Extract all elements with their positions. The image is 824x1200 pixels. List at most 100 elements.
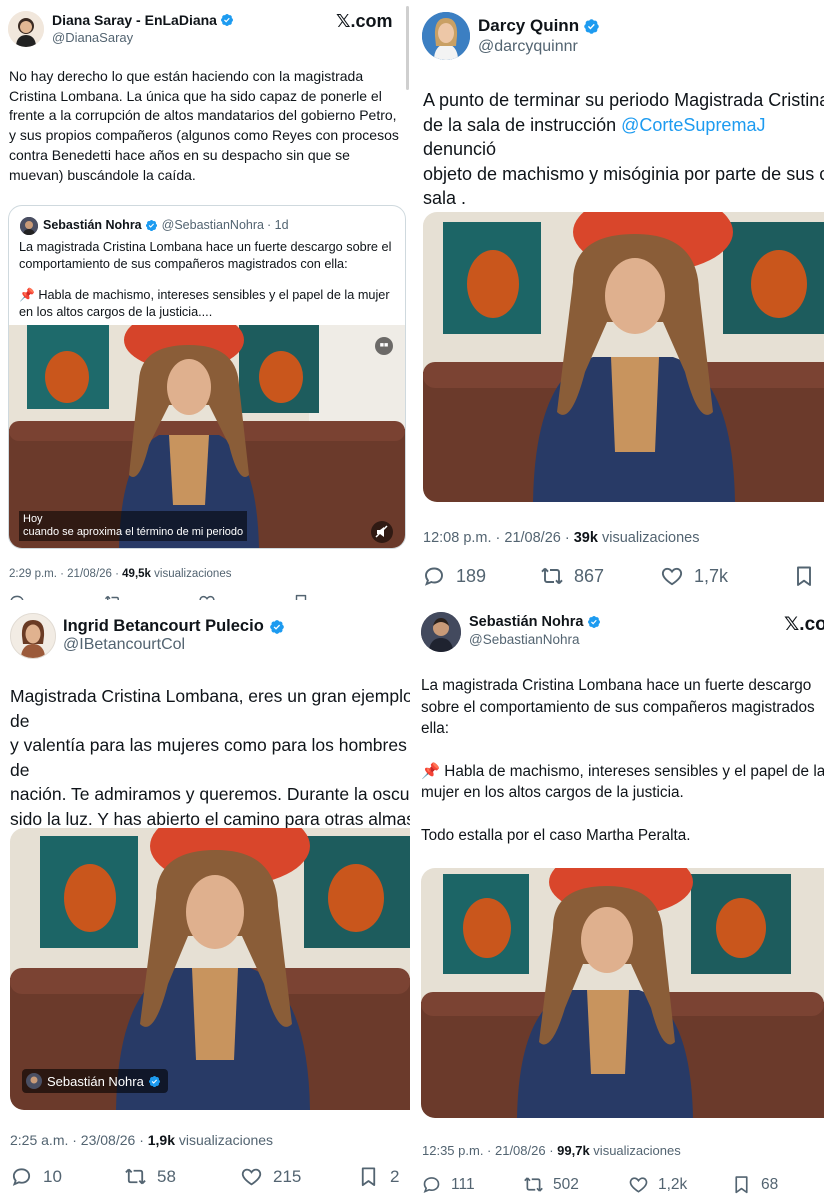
author-name[interactable]: Diana Saray - EnLaDiana	[52, 12, 217, 28]
tweet-line: La magistrada Cristina Lombana hace un f…	[421, 677, 812, 694]
tweet-meta: 2:25 a.m. · 23/08/26 · 1,9k visualizacio…	[10, 1132, 273, 1148]
views-label: visualizaciones	[175, 1132, 274, 1148]
avatar-portrait-icon	[8, 11, 44, 47]
bookmark-button[interactable]: 2	[357, 1165, 399, 1188]
like-button[interactable]: 1,7k	[660, 564, 792, 588]
views-count: 1,9k	[147, 1132, 175, 1148]
timestamp[interactable]: 12:08 p.m. · 21/08/26 ·	[423, 530, 574, 546]
author-name[interactable]: Darcy Quinn	[478, 16, 579, 36]
verified-badge-icon	[583, 18, 600, 35]
reply-count: 189	[456, 565, 487, 586]
timestamp[interactable]: 2:25 a.m. · 23/08/26 ·	[10, 1132, 148, 1148]
quote-avatar	[20, 217, 38, 235]
repost-count: 867	[574, 565, 605, 586]
avatar-portrait-icon	[11, 614, 55, 658]
views-count: 99,7k	[557, 1143, 590, 1158]
tweet-video[interactable]	[423, 212, 824, 502]
verified-badge-icon	[145, 219, 158, 232]
verified-badge-icon	[269, 619, 285, 635]
tweet-line: Habla de machismo, intereses sensibles y…	[444, 762, 824, 780]
verified-badge-icon	[587, 615, 601, 629]
author-handle[interactable]: @SebastianNohra	[469, 632, 580, 647]
reply-button[interactable]: 189	[422, 564, 540, 588]
like-button[interactable]: 1,2k	[628, 1174, 731, 1195]
repost-count: 58	[157, 1166, 176, 1186]
bookmark-icon[interactable]	[292, 593, 310, 600]
verified-badge-icon	[220, 13, 234, 27]
mute-button[interactable]	[371, 521, 393, 543]
avatar[interactable]	[422, 12, 470, 60]
bookmark-button[interactable]: 68	[731, 1174, 778, 1195]
like-button[interactable]: 215	[240, 1165, 357, 1188]
quote-line: comportamiento de sus compañeros magistr…	[19, 257, 348, 271]
cc-icon: ■■	[379, 342, 389, 349]
reply-icon	[10, 1165, 33, 1188]
avatar[interactable]	[8, 11, 44, 47]
closed-captions-button[interactable]: ■■	[375, 337, 393, 355]
pin-icon: 📌	[421, 762, 441, 780]
reply-icon	[422, 564, 446, 588]
tweet-meta: 2:29 p.m. · 21/08/26 · 49,5k visualizaci…	[9, 568, 231, 580]
caption-line: cuando se aproxima el término de mi peri…	[23, 526, 244, 538]
like-icon[interactable]	[198, 593, 216, 600]
repost-button[interactable]: 867	[540, 564, 660, 588]
timestamp[interactable]: 12:35 p.m. · 21/08/26 ·	[422, 1143, 557, 1158]
pin-icon: 📌	[19, 288, 35, 302]
views-count: 39k	[573, 530, 598, 546]
views-label: visualizaciones	[589, 1143, 681, 1158]
tweet-line: Todo estalla por el caso Martha Peralta.	[421, 826, 691, 844]
like-count: 1,2k	[658, 1175, 688, 1193]
quote-author-handle: @SebastianNohra	[161, 218, 264, 232]
mention-link[interactable]: @CorteSupremaJ	[621, 115, 765, 135]
quote-time: · 1d	[266, 218, 289, 232]
video-caption: Hoy cuando se aproxima el término de mi …	[19, 511, 248, 541]
repost-icon[interactable]	[104, 593, 122, 600]
video-frame-image	[421, 868, 824, 1118]
author-handle[interactable]: @darcyquinnr	[478, 38, 578, 56]
quoted-tweet[interactable]: Sebastián Nohra @SebastianNohra · 1d La …	[8, 205, 406, 549]
action-bar-cropped	[8, 593, 310, 600]
quote-video[interactable]: Hoy cuando se aproxima el término de mi …	[9, 325, 405, 548]
bookmark-count: 68	[761, 1175, 779, 1193]
avatar[interactable]	[10, 613, 56, 659]
avatar-portrait-icon	[422, 12, 470, 60]
bookmark-icon	[731, 1174, 752, 1195]
views-label: visualizaciones	[597, 530, 700, 546]
tweet-video[interactable]	[421, 868, 824, 1118]
tweet-meta: 12:35 p.m. · 21/08/26 · 99,7k visualizac…	[422, 1143, 681, 1158]
author-name[interactable]: Sebastián Nohra	[469, 614, 583, 630]
quote-text: La magistrada Cristina Lombana hace un f…	[19, 239, 399, 321]
video-credit-chip[interactable]: Sebastián Nohra	[22, 1069, 168, 1093]
avatar[interactable]	[421, 612, 461, 652]
reply-button[interactable]: 10	[10, 1165, 124, 1188]
x-brand-label: 𝕏.com	[336, 11, 393, 31]
tweet-meta: 12:08 p.m. · 21/08/26 · 39k visualizacio…	[423, 530, 700, 546]
tweet-card-darcy: Darcy Quinn @darcyquinnr A punto de term…	[414, 0, 824, 604]
tweet-card-sebastian: Sebastián Nohra @SebastianNohra 𝕏.com La…	[412, 604, 824, 1200]
x-brand-label: 𝕏.com	[784, 614, 824, 635]
reply-count: 10	[43, 1166, 62, 1186]
timestamp[interactable]: 2:29 p.m. · 21/08/26 ·	[9, 568, 122, 580]
video-frame-image	[10, 828, 410, 1110]
tweet-line: sobre el comportamiento de sus compañero…	[421, 698, 815, 716]
tweet-line: mujer en los altos cargos de la justicia…	[421, 784, 684, 801]
action-bar: 10 58 215 2	[10, 1165, 399, 1188]
tweet-card-ingrid: Ingrid Betancourt Pulecio @IBetancourtCo…	[0, 604, 410, 1200]
bookmark-icon	[357, 1165, 380, 1188]
author-name[interactable]: Ingrid Betancourt Pulecio	[63, 617, 264, 636]
repost-icon	[124, 1165, 147, 1188]
author-handle[interactable]: @DianaSaray	[52, 30, 133, 45]
repost-button[interactable]: 502	[523, 1174, 628, 1195]
like-icon	[628, 1174, 649, 1195]
quote-line: en los altos cargos de la justicia....	[19, 305, 213, 319]
like-count: 215	[273, 1166, 302, 1186]
video-credit-name: Sebastián Nohra	[47, 1073, 144, 1089]
reply-icon[interactable]	[8, 593, 26, 600]
reply-button[interactable]: 111	[421, 1174, 523, 1195]
author-handle[interactable]: @IBetancourtCol	[63, 636, 185, 654]
repost-button[interactable]: 58	[124, 1165, 240, 1188]
action-bar: 189 867 1,7k 3	[422, 564, 824, 588]
bookmark-count: 2	[390, 1166, 400, 1186]
tweet-video[interactable]: Sebastián Nohra	[10, 828, 410, 1110]
bookmark-button[interactable]: 3	[792, 564, 824, 588]
